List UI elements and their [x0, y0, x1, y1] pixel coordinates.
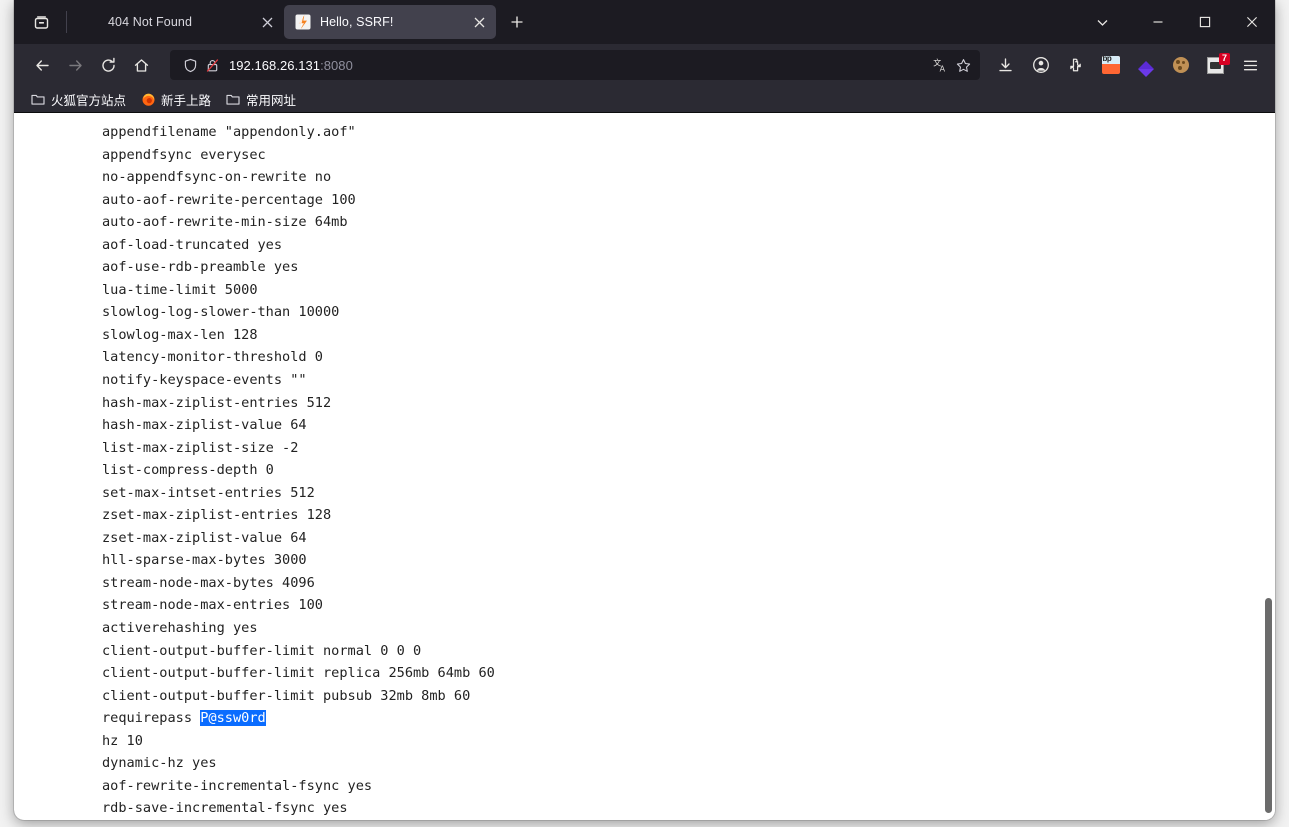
extensions-puzzle-icon [1070, 58, 1081, 71]
tab-title: Hello, SSRF! [320, 15, 394, 29]
star-icon[interactable] [952, 54, 974, 76]
forward-button[interactable] [59, 50, 91, 80]
hamburger-menu-icon [1243, 60, 1258, 70]
translate-icon[interactable]: 文 A [930, 54, 952, 76]
extensions-button[interactable] [1059, 50, 1092, 80]
firefox-view-button[interactable] [22, 6, 60, 38]
firefox-view-icon [34, 15, 48, 29]
bookmark-label: 新手上路 [161, 93, 212, 108]
back-button[interactable] [26, 50, 58, 80]
tab-404-not-found[interactable]: 404 Not Found [72, 5, 284, 39]
purple-diamond-extension-icon [1137, 53, 1154, 77]
tab-favicon-blank [83, 14, 99, 30]
svg-text:A: A [940, 64, 946, 73]
tab-close-button[interactable] [468, 11, 490, 33]
plus-icon [511, 16, 523, 28]
bookmark-item-firefox-official[interactable]: 火狐官方站点 [26, 89, 132, 110]
bookmark-item-common-sites[interactable]: 常用网址 [221, 89, 302, 110]
tab-close-button[interactable] [256, 11, 278, 33]
redis-config-output: appendfilename "appendonly.aof" appendfs… [14, 113, 1275, 820]
maximize-button[interactable] [1181, 0, 1228, 44]
tab-title: 404 Not Found [108, 15, 192, 29]
reload-icon [101, 57, 115, 72]
page-scrollbar-thumb[interactable] [1265, 598, 1272, 813]
chevron-down-icon [1097, 19, 1107, 26]
new-tab-button[interactable] [502, 7, 532, 37]
purple-diamond-extension-button[interactable] [1129, 50, 1162, 80]
config-text: appendfilename "appendonly.aof" appendfs… [102, 124, 495, 817]
selected-password: P@ssw0rd [200, 710, 266, 727]
close-window-button[interactable] [1228, 0, 1275, 44]
home-icon [134, 58, 148, 72]
page-scrollbar[interactable] [1262, 113, 1275, 820]
tabstrip-divider [66, 11, 67, 33]
url-bar[interactable]: 192.168.26.131:8080 文 A [170, 50, 980, 80]
url-port: :8080 [320, 57, 353, 73]
tab-hello-ssrf[interactable]: Hello, SSRF! [284, 5, 496, 39]
shield-icon[interactable] [179, 54, 201, 76]
burp-suite-extension-icon [1101, 56, 1120, 74]
extension-badge-count: 7 [1218, 52, 1230, 65]
tab-strip: 404 Not Found Hello, SSRF! [14, 0, 1275, 44]
maximize-icon [1199, 16, 1210, 28]
bookmark-label: 火狐官方站点 [51, 93, 127, 108]
url-host: 192.168.26.131 [229, 57, 321, 73]
minimize-icon [1153, 21, 1162, 23]
app-menu-button[interactable] [1234, 50, 1267, 80]
cookie-extension-icon [1172, 57, 1189, 73]
close-icon [474, 17, 484, 27]
window-controls [1082, 0, 1275, 44]
folder-icon [30, 91, 46, 107]
back-arrow-icon [35, 59, 49, 71]
cookie-extension-button[interactable] [1164, 50, 1197, 80]
bookmarks-toolbar: 火狐官方站点 新手上路 常用网址 [14, 86, 1275, 112]
bookmark-item-newbie-guide[interactable]: 新手上路 [136, 89, 217, 110]
downloads-button[interactable] [989, 50, 1022, 80]
account-icon [1032, 57, 1049, 73]
lock-broken-icon[interactable] [201, 54, 223, 76]
badged-extension-icon: 7 [1207, 52, 1230, 74]
account-button[interactable] [1024, 50, 1057, 80]
reload-button[interactable] [92, 50, 124, 80]
navigation-toolbar: 192.168.26.131:8080 文 A bp 7 [14, 44, 1275, 86]
home-button[interactable] [125, 50, 157, 80]
forward-arrow-icon [68, 59, 82, 71]
bookmark-label: 常用网址 [246, 93, 297, 108]
minimize-button[interactable] [1134, 0, 1181, 44]
downloads-icon [999, 57, 1012, 71]
close-icon [1246, 16, 1257, 28]
toolbar-extension-icons: 7 [989, 50, 1267, 80]
list-all-tabs-button[interactable] [1082, 7, 1122, 37]
browser-window: 404 Not Found Hello, SSRF! 192.168.26.13… [14, 0, 1275, 820]
firefox-icon [140, 91, 156, 107]
url-text: 192.168.26.131:8080 [229, 58, 930, 73]
page-content-area: appendfilename "appendonly.aof" appendfs… [14, 112, 1275, 820]
folder-icon [225, 91, 241, 107]
badged-extension-button[interactable]: 7 [1199, 50, 1232, 80]
flask-lightning-icon [295, 14, 311, 30]
close-icon [262, 17, 272, 27]
burp-suite-extension-button[interactable] [1094, 50, 1127, 80]
